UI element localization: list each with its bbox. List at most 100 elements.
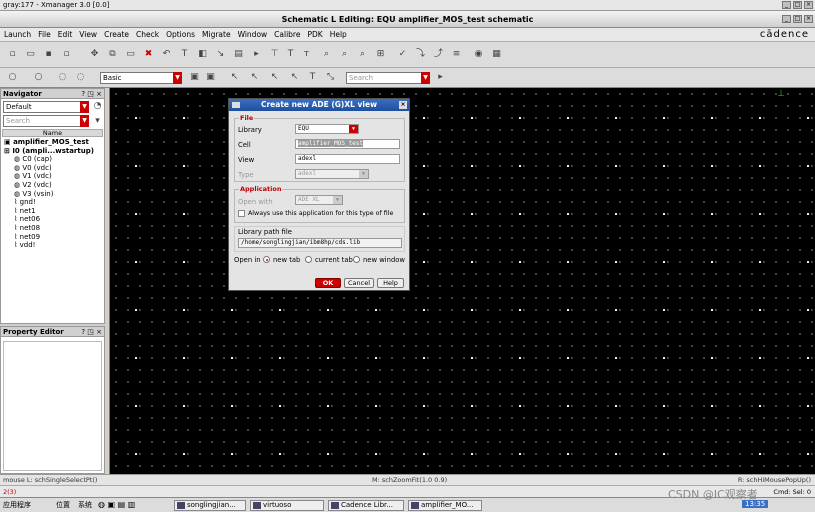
help-button[interactable]: Help	[377, 278, 404, 288]
menu-launch[interactable]: Launch	[4, 30, 31, 39]
zoom-box-icon[interactable]: ⊞	[374, 48, 387, 61]
fullselect-icon[interactable]: ↖	[268, 71, 281, 84]
simulation-icon[interactable]: ◉	[472, 48, 485, 61]
check-save-icon[interactable]: ✓	[396, 48, 409, 61]
menu-check[interactable]: Check	[136, 30, 159, 39]
ok-button[interactable]: OK	[315, 278, 341, 288]
discard-icon[interactable]: ▫	[60, 48, 73, 61]
navigator-search-chevron-icon[interactable]: ▼	[80, 115, 89, 127]
tree-item[interactable]: ◍ V3 (vsin)	[4, 190, 104, 199]
menu-pdk[interactable]: PDK	[307, 30, 322, 39]
close-button[interactable]: ×	[804, 1, 813, 9]
bus-icon[interactable]: ≡	[450, 48, 463, 61]
new-tab-radio[interactable]	[263, 256, 270, 263]
search-menu-icon[interactable]: ▾	[91, 115, 104, 128]
select-mode-icon[interactable]: ○	[6, 71, 19, 84]
clear-icon[interactable]: ◌	[74, 71, 87, 84]
refresh-icon[interactable]: ◔	[91, 100, 104, 113]
property-panel-controls-icon[interactable]: ? ◳ ×	[81, 327, 102, 337]
pin-icon[interactable]: ▸	[250, 48, 263, 61]
cell-field[interactable]: amplifier_MOS_test	[295, 139, 400, 149]
menu-calibre[interactable]: Calibre	[274, 30, 300, 39]
open-icon[interactable]: ▭	[24, 48, 37, 61]
window-close-button[interactable]: ×	[804, 15, 813, 23]
menu-help[interactable]: Help	[330, 30, 347, 39]
menu-migrate[interactable]: Migrate	[202, 30, 231, 39]
tree-item[interactable]: ⊞ I0 (ampli...wstartup)	[4, 147, 104, 156]
undo-icon[interactable]: ↶	[160, 48, 173, 61]
descend-icon[interactable]: ⤵	[414, 48, 427, 61]
netlist-icon[interactable]: ▦	[490, 48, 503, 61]
properties-icon[interactable]: T	[178, 48, 191, 61]
tree-item[interactable]: ⌇ gnd!	[4, 198, 104, 207]
system-menu[interactable]: 系统	[78, 500, 92, 510]
tree-item[interactable]: ⌇ net09	[4, 233, 104, 242]
new-icon[interactable]: ▫	[6, 48, 19, 61]
minimize-button[interactable]: _	[782, 1, 791, 9]
always-use-checkbox[interactable]	[238, 210, 245, 217]
view-field[interactable]: adexl	[295, 154, 400, 164]
library-select[interactable]: EQU ▼	[295, 124, 359, 134]
style-combo[interactable]: Basic ▼	[100, 72, 182, 84]
layer-icon[interactable]: ▣	[188, 71, 201, 84]
window-maximize-button[interactable]: □	[793, 15, 802, 23]
tree-item[interactable]: ⌇ vdd!	[4, 241, 104, 250]
cancel-button[interactable]: Cancel	[344, 278, 374, 288]
open-with-select[interactable]: ADE XL ▼	[295, 195, 343, 205]
task-library-manager[interactable]: Cadence Libr...	[328, 500, 404, 511]
property-list[interactable]	[3, 341, 102, 471]
zoom-in-icon[interactable]: ⌕	[320, 48, 333, 61]
text-small-icon[interactable]: т	[300, 48, 313, 61]
menu-edit[interactable]: Edit	[58, 30, 73, 39]
schematic-canvas[interactable]: ⊥	[109, 88, 815, 474]
menu-view[interactable]: View	[79, 30, 97, 39]
menu-window[interactable]: Window	[238, 30, 268, 39]
ascend-icon[interactable]: ⤴	[432, 48, 445, 61]
text-select-icon[interactable]: T	[306, 71, 319, 84]
current-tab-radio[interactable]	[305, 256, 312, 263]
tree-item[interactable]: ◍ V2 (vdc)	[4, 181, 104, 190]
navigator-filter[interactable]: Default ▼	[3, 101, 89, 113]
partial-select-icon[interactable]: ↖	[248, 71, 261, 84]
chevron-down-icon[interactable]: ▼	[173, 72, 182, 84]
net-select-icon[interactable]: ↖	[288, 71, 301, 84]
text-icon[interactable]: T	[284, 48, 297, 61]
tree-item[interactable]: ▣ amplifier_MOS_test	[4, 138, 104, 147]
select-area-icon[interactable]: ○	[32, 71, 45, 84]
save-icon[interactable]: ▪	[42, 48, 55, 61]
move-icon[interactable]: ✥	[88, 48, 101, 61]
delete-icon[interactable]: ✖	[142, 48, 155, 61]
task-virtuoso[interactable]: virtuoso	[250, 500, 324, 511]
menu-file[interactable]: File	[38, 30, 51, 39]
tree-item[interactable]: ◍ V1 (vdc)	[4, 172, 104, 181]
wire-icon[interactable]: ↘	[214, 48, 227, 61]
menu-options[interactable]: Options	[166, 30, 195, 39]
column-header-name[interactable]: Name	[2, 129, 103, 137]
maximize-button[interactable]: □	[793, 1, 802, 9]
search-dropdown-icon[interactable]: ▼	[421, 72, 430, 84]
filter-icon[interactable]: ◌	[56, 71, 69, 84]
label-icon[interactable]: ▤	[232, 48, 245, 61]
tree-item[interactable]: ⌇ net06	[4, 215, 104, 224]
tree-item[interactable]: ⌇ net08	[4, 224, 104, 233]
dialog-close-icon[interactable]: ×	[399, 101, 407, 109]
search-options-icon[interactable]: ▸	[434, 71, 447, 84]
layer2-icon[interactable]: ▣	[204, 71, 217, 84]
tree-item[interactable]: ◍ C0 (cap)	[4, 155, 104, 164]
instance-icon[interactable]: ◧	[196, 48, 209, 61]
type-select[interactable]: adexl ▼	[295, 169, 369, 179]
select-icon[interactable]: ↖	[228, 71, 241, 84]
task-terminal[interactable]: songlingjian...	[174, 500, 246, 511]
task-schematic[interactable]: amplifier_MO...	[408, 500, 482, 511]
stretch-icon[interactable]: ▭	[124, 48, 137, 61]
new-window-radio[interactable]	[353, 256, 360, 263]
library-chevron-icon[interactable]: ▼	[349, 125, 358, 133]
copy-icon[interactable]: ⧉	[106, 48, 119, 61]
window-minimize-button[interactable]: _	[782, 15, 791, 23]
filter-chevron-icon[interactable]: ▼	[80, 101, 89, 113]
panel-controls-icon[interactable]: ? ◳ ×	[81, 89, 102, 99]
tree-item[interactable]: ⌇ net1	[4, 207, 104, 216]
menu-create[interactable]: Create	[104, 30, 129, 39]
search-field[interactable]: Search ▼	[346, 72, 430, 84]
apps-menu[interactable]: 应用程序	[3, 500, 31, 510]
